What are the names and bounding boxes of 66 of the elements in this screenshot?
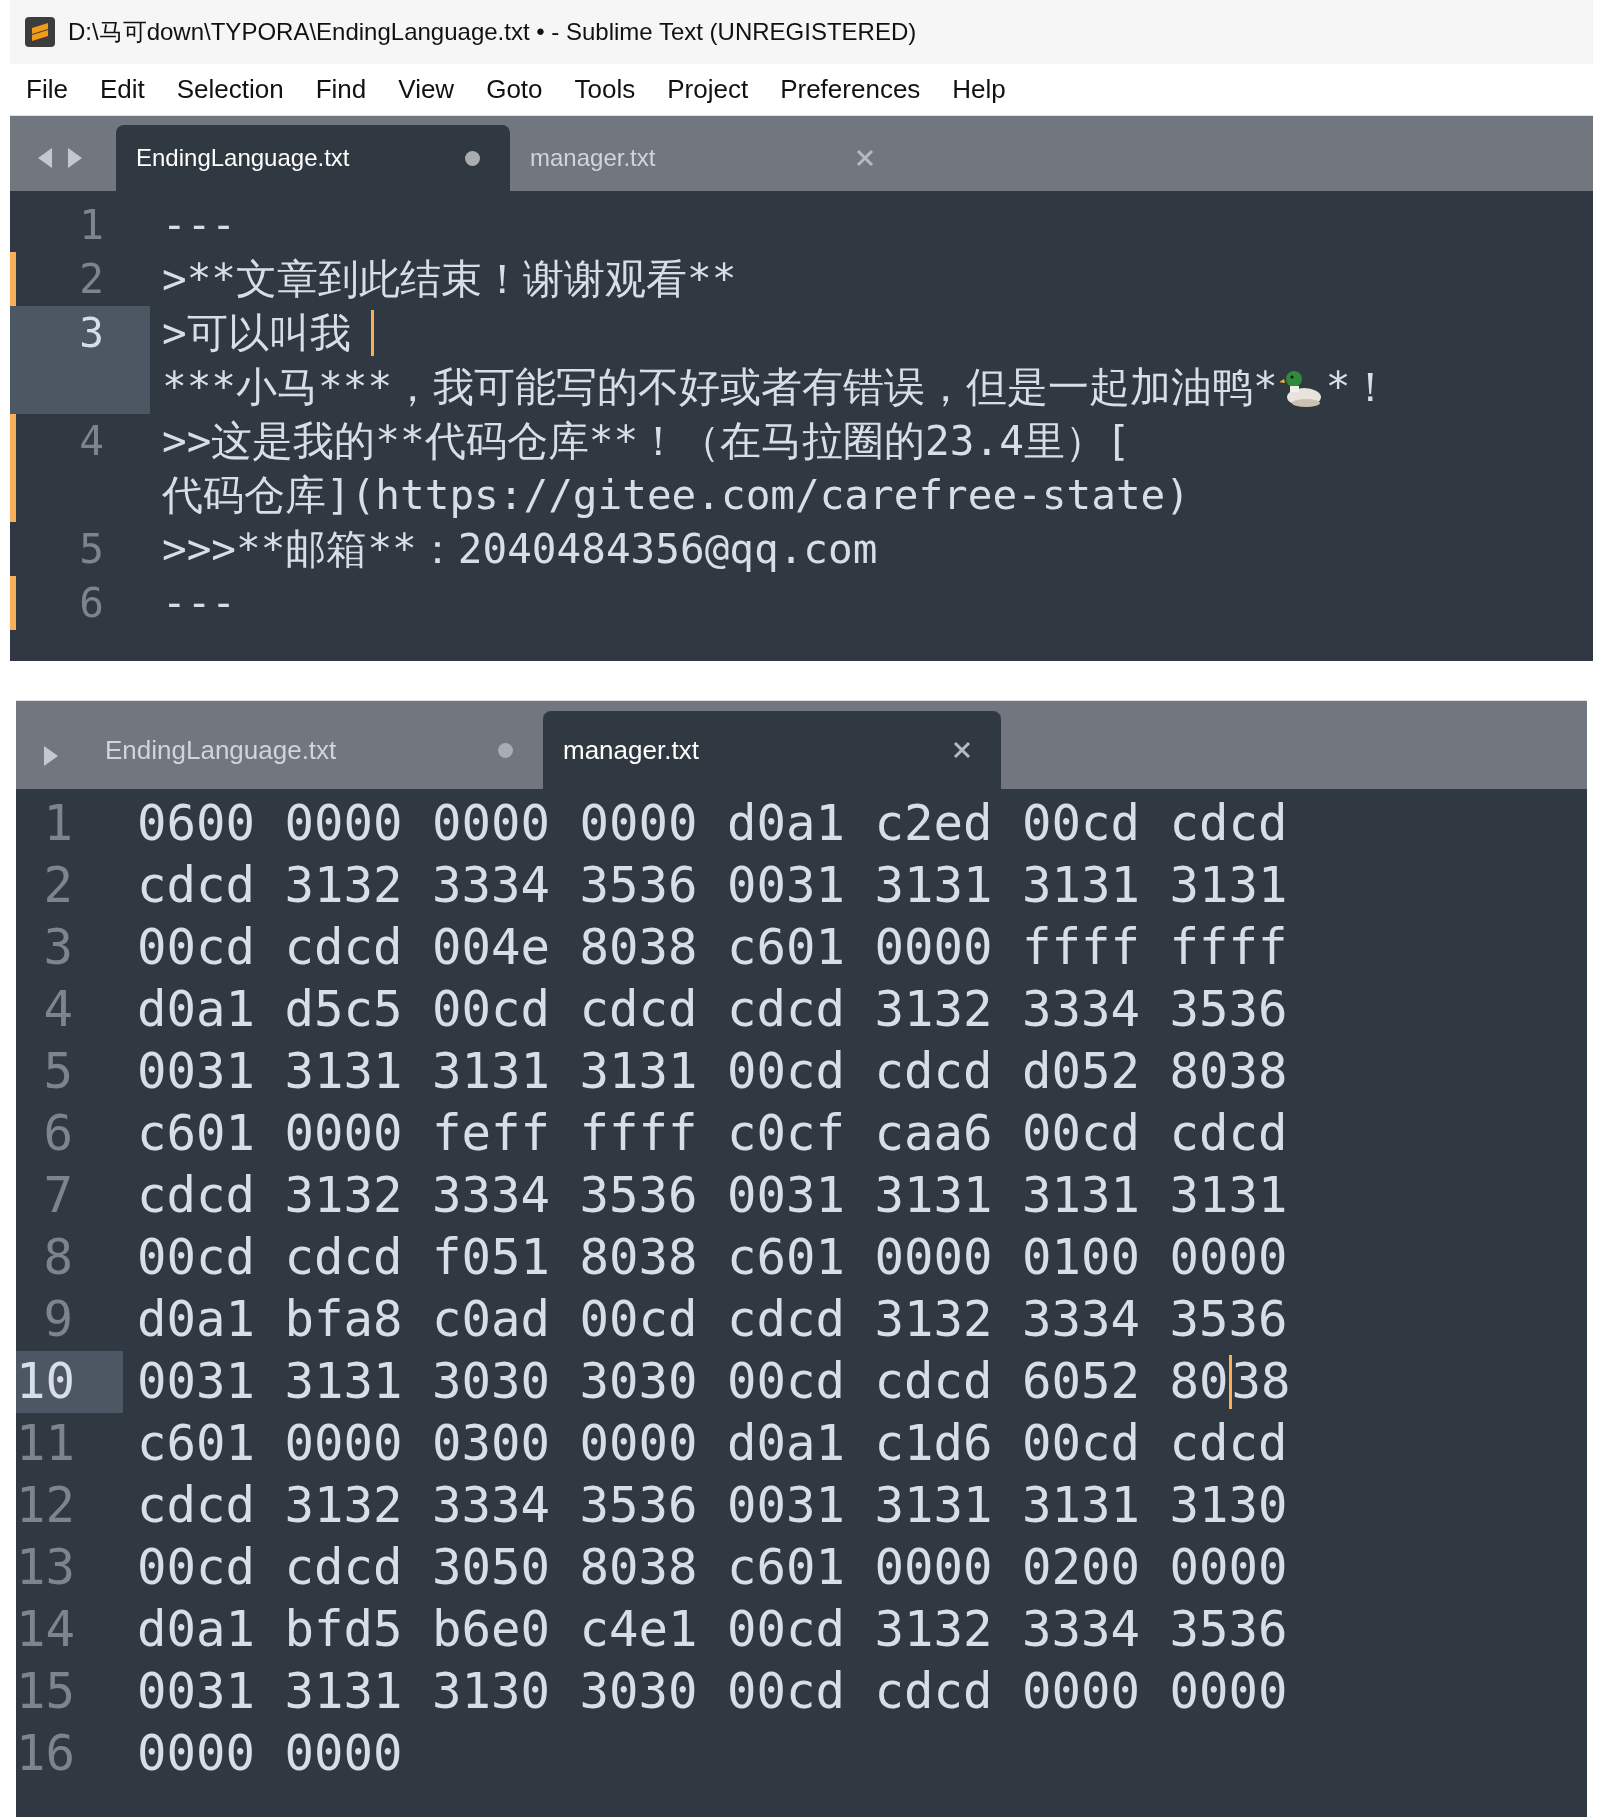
line-number: 2	[79, 255, 104, 303]
code-text: >可以叫我	[162, 308, 351, 359]
line-number: 3	[79, 309, 104, 357]
tab[interactable]: manager.txt	[543, 711, 1001, 789]
line-number: 2	[43, 857, 73, 914]
code-text: 00cd cdcd 004e 8038 c601 0000 ffff ffff	[137, 918, 1288, 978]
line-number: 15	[16, 1663, 75, 1720]
line-number: 7	[43, 1167, 73, 1224]
line-number: 5	[43, 1043, 73, 1100]
menu-item[interactable]: Help	[952, 70, 1006, 109]
code-text: 0031 3131 3131 3131 00cd cdcd d052 8038	[137, 1042, 1288, 1102]
window-title: D:\马可down\TYPORA\EndingLanguage.txt • - Sublime Text (UNREGISTERED)	[68, 17, 917, 47]
menu-item[interactable]: Find	[315, 70, 367, 109]
line-number: 1	[79, 201, 104, 249]
code-text: >>>**邮箱**：2040484356@qq.com	[162, 524, 878, 575]
code-text: cdcd 3132 3334 3536 0031 3131 3131 3131	[137, 1166, 1288, 1226]
menu-item[interactable]: Selection	[176, 70, 284, 109]
menu-item[interactable]: Project	[667, 70, 749, 109]
close-icon[interactable]	[953, 741, 971, 759]
code-text: 00cd cdcd f051 8038 c601 0000 0100 0000	[137, 1228, 1288, 1288]
left-arrow-icon[interactable]	[36, 147, 54, 169]
code-text: 00cd cdcd 3050 8038 c601 0000 0200 0000	[137, 1538, 1288, 1598]
line-number: 11	[16, 1415, 75, 1472]
line-number: 14	[16, 1601, 75, 1658]
line-number: 6	[43, 1105, 73, 1162]
code-text: cdcd 3132 3334 3536 0031 3131 3131 3130	[137, 1476, 1288, 1536]
tab[interactable]: EndingLanguage.txt	[116, 125, 510, 191]
menu-item[interactable]: Edit	[99, 70, 145, 109]
code-text: c601 0000 feff ffff c0cf caa6 00cd cdcd	[137, 1104, 1288, 1164]
app-logo-icon	[24, 16, 56, 48]
menu-item[interactable]: Preferences	[780, 70, 921, 109]
menu-item[interactable]: File	[26, 70, 68, 109]
line-number: 9	[43, 1291, 73, 1348]
code-text: >>这是我的**代码仓库**！（在马拉圈的23.4里）[	[162, 416, 1131, 467]
line-number: 3	[43, 919, 73, 976]
menu-item[interactable]: Goto	[486, 70, 543, 109]
code-text: 0000 0000	[137, 1724, 403, 1784]
line-number: 4	[79, 417, 104, 465]
code-text: >**文章到此结束！谢谢观看**	[162, 254, 737, 305]
menu-item[interactable]: Tools	[574, 70, 636, 109]
code-text: ***小马***，我可能写的不好或者有错误，但是一起加油鸭*	[162, 362, 1278, 413]
code-text: 0031 3131 3030 3030 00cd cdcd 6052 80	[137, 1352, 1229, 1412]
right-arrow-icon[interactable]	[42, 745, 60, 767]
code-text: ---	[162, 200, 237, 251]
line-number: 6	[79, 579, 104, 627]
line-number: 8	[43, 1229, 73, 1286]
code-text: c601 0000 0300 0000 d0a1 c1d6 00cd cdcd	[137, 1414, 1288, 1474]
code-text: d0a1 d5c5 00cd cdcd cdcd 3132 3334 3536	[137, 980, 1288, 1040]
code-text: d0a1 bfd5 b6e0 c4e1 00cd 3132 3334 3536	[137, 1600, 1288, 1660]
code-text: cdcd 3132 3334 3536 0031 3131 3131 3131	[137, 856, 1288, 916]
code-text: 0600 0000 0000 0000 d0a1 c2ed 00cd cdcd	[137, 794, 1288, 854]
right-arrow-icon[interactable]	[66, 147, 84, 169]
code-text: *！	[1325, 362, 1392, 413]
line-number: 5	[79, 525, 104, 573]
line-number: 13	[16, 1539, 75, 1596]
code-text: 38	[1231, 1352, 1291, 1412]
line-number: 1	[43, 795, 73, 852]
line-number: 10	[16, 1353, 75, 1410]
code-text: ---	[162, 578, 237, 629]
code-text: 0031 3131 3130 3030 00cd cdcd 0000 0000	[137, 1662, 1288, 1722]
menu-item[interactable]: View	[398, 70, 455, 109]
line-number: 4	[43, 981, 73, 1038]
code-text: d0a1 bfa8 c0ad 00cd cdcd 3132 3334 3536	[137, 1290, 1288, 1350]
line-number: 16	[16, 1725, 75, 1782]
code-text: 代码仓库](https://gitee.com/carefree-state)	[162, 470, 1190, 521]
line-number: 12	[16, 1477, 75, 1534]
